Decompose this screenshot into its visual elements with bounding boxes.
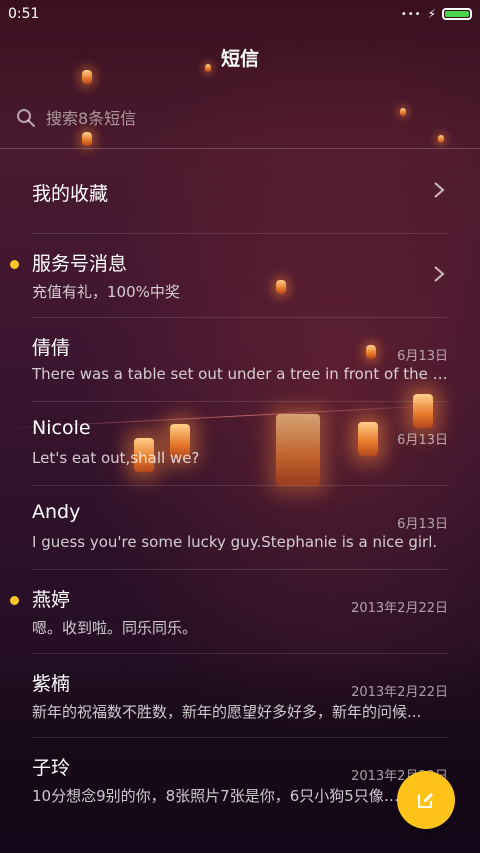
conversation-row-favorites[interactable]: 我的收藏: [32, 150, 448, 234]
conversation-preview: 嗯。收到啦。同乐同乐。: [32, 619, 198, 637]
conversation-list: 我的收藏 服务号消息 充值有礼，100%中奖 倩倩 6月13日 There wa…: [0, 150, 480, 822]
conversation-row[interactable]: 倩倩 6月13日 There was a table set out under…: [32, 318, 448, 402]
unread-dot: [10, 260, 19, 269]
conversation-name: 燕婷: [32, 589, 71, 611]
signal-dots-icon: •••: [400, 8, 422, 20]
conversation-row[interactable]: 子玲 2013年2月22日 10分想念9别的你，8张照片7张是你，6只小狗5只像…: [32, 738, 448, 822]
conversation-date: 6月13日: [397, 517, 448, 532]
conversation-row[interactable]: 燕婷 2013年2月22日 嗯。收到啦。同乐同乐。: [10, 570, 448, 654]
compose-icon: [418, 793, 433, 808]
lantern: [82, 70, 92, 84]
compose-button[interactable]: [397, 771, 455, 829]
lantern: [438, 135, 444, 143]
conversation-row[interactable]: Andy 6月13日 I guess you're some lucky guy…: [32, 486, 448, 570]
unread-dot: [10, 596, 19, 605]
battery-icon: [442, 8, 472, 20]
bolt-icon: ⚡: [427, 7, 436, 21]
status-bar: 0:51 ••• ⚡: [0, 0, 480, 28]
conversation-row[interactable]: 紫楠 2013年2月22日 新年的祝福数不胜数，新年的愿望好多好多，新年的问候.…: [32, 654, 448, 738]
conversation-name: 子玲: [32, 757, 71, 779]
conversation-preview: I guess you're some lucky guy.Stephanie …: [32, 533, 438, 551]
conversation-date: 2013年2月22日: [351, 601, 448, 616]
conversation-date: 6月13日: [397, 349, 448, 364]
conversation-name: 我的收藏: [32, 183, 109, 205]
conversation-preview: 新年的祝福数不胜数，新年的愿望好多好多，新年的问候...: [32, 703, 422, 721]
conversation-row-service[interactable]: 服务号消息 充值有礼，100%中奖: [10, 234, 448, 318]
conversation-name: 倩倩: [32, 337, 71, 359]
conversation-name: Andy: [32, 501, 81, 523]
search-divider: [0, 148, 480, 149]
page-title: 短信: [220, 48, 259, 70]
status-time: 0:51: [8, 6, 40, 22]
conversation-preview: Let's eat out,shall we?: [32, 449, 200, 467]
search-input[interactable]: [44, 107, 428, 129]
conversation-preview: 10分想念9别的你，8张照片7张是你，6只小狗5只像你...: [32, 787, 402, 805]
conversation-preview: 充值有礼，100%中奖: [32, 283, 180, 301]
search-icon: [17, 109, 35, 127]
conversation-preview: There was a table set out under a tree i…: [32, 365, 448, 383]
conversation-name: 紫楠: [32, 673, 71, 695]
conversation-name: Nicole: [32, 417, 91, 439]
conversation-row[interactable]: Nicole 6月13日 Let's eat out,shall we?: [32, 402, 448, 486]
conversation-date: 2013年2月22日: [351, 685, 448, 700]
chevron-right-icon: [434, 182, 445, 198]
conversation-date: 6月13日: [397, 433, 448, 448]
conversation-name: 服务号消息: [32, 253, 128, 275]
search-bar[interactable]: [16, 100, 464, 136]
status-icons: ••• ⚡: [401, 7, 472, 21]
chevron-right-icon: [434, 266, 445, 282]
